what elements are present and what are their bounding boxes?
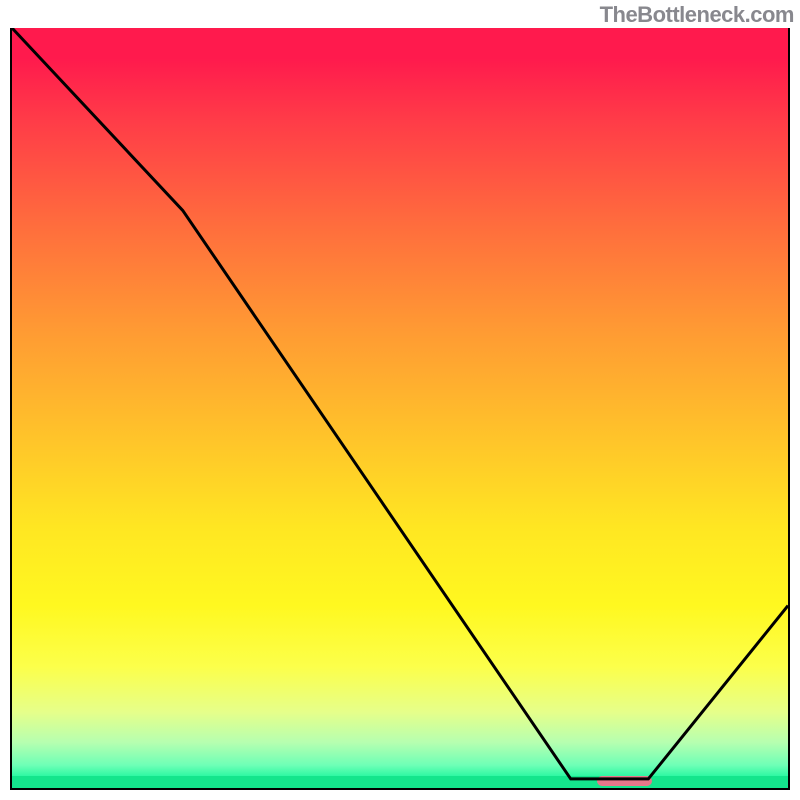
bottleneck-curve xyxy=(12,28,788,779)
chart-frame: TheBottleneck.com xyxy=(0,0,800,800)
curve-svg xyxy=(12,28,788,788)
watermark-text: TheBottleneck.com xyxy=(600,2,794,28)
plot-area xyxy=(10,28,790,790)
